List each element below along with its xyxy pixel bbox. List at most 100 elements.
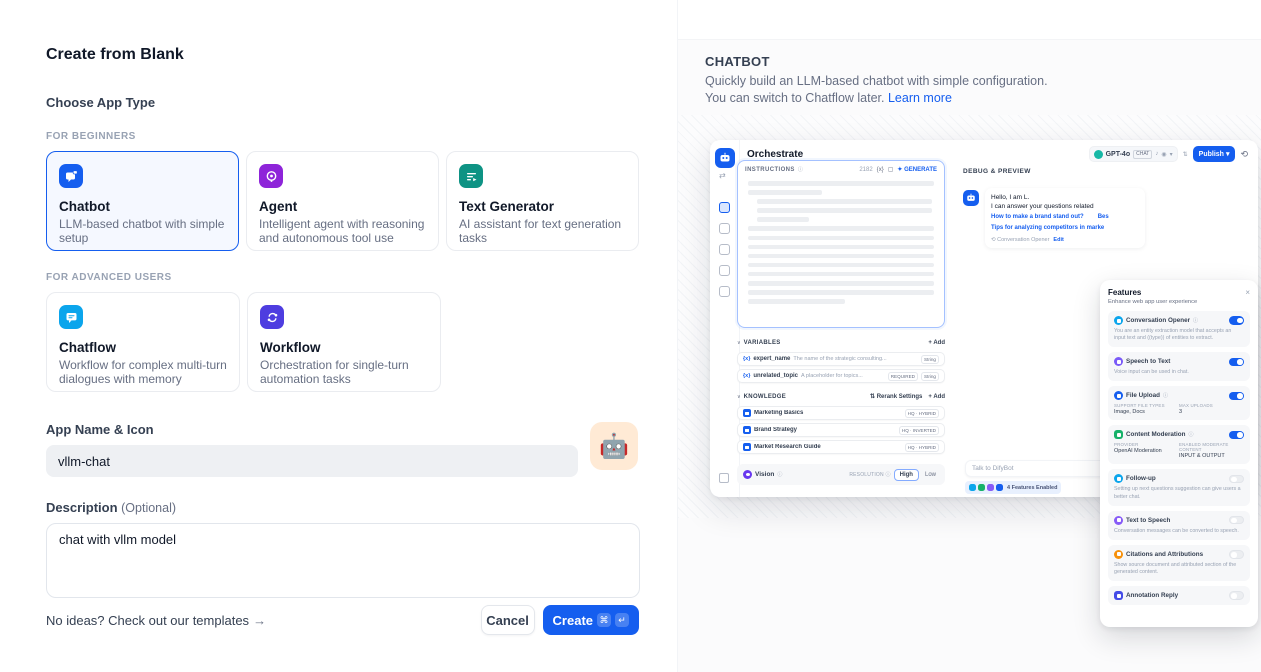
- preview-app-icon: [715, 148, 735, 168]
- annotation-reply-icon: [1114, 591, 1123, 600]
- info-icon: ⓘ: [1193, 317, 1198, 324]
- vision-row: Vision ⓘ RESOLUTION ⓘ High Low: [737, 464, 945, 485]
- app-type-title: Chatflow: [59, 340, 227, 355]
- index-mode-chip: HQ · HYBRID: [905, 443, 939, 452]
- citations-icon: [1114, 550, 1123, 559]
- knowledge-section: ∨ KNOWLEDGE ⇅ Rerank Settings + Add Mark…: [737, 390, 945, 454]
- app-type-desc: Orchestration for single-turn automation…: [260, 358, 428, 387]
- create-app-page: Create from Blank Choose App Type FOR BE…: [0, 0, 1261, 672]
- top-strip: [678, 0, 1261, 40]
- collapse-icon: ∨: [737, 340, 741, 346]
- chevron-down-icon: ▾: [1170, 151, 1173, 158]
- placeholder-line: [757, 217, 809, 222]
- feature-item-follow-up: Follow-up Setting up next questions sugg…: [1108, 469, 1250, 505]
- model-mode-tag: CHAT: [1133, 150, 1152, 159]
- cancel-button[interactable]: Cancel: [481, 605, 535, 635]
- model-provider-icon: [1094, 150, 1103, 159]
- app-type-card-workflow[interactable]: Workflow Orchestration for single-turn a…: [247, 292, 441, 392]
- type-chip: String: [921, 355, 939, 364]
- templates-link[interactable]: No ideas? Check out our templates→: [46, 613, 266, 628]
- type-chip: String: [921, 372, 939, 381]
- placeholder-line: [748, 299, 845, 304]
- resolution-low-option: Low: [922, 472, 939, 478]
- create-button-label: Create: [553, 613, 593, 628]
- nav-orchestrate-icon: [719, 202, 730, 213]
- toggle-off: [1229, 475, 1244, 484]
- placeholder-line: [748, 236, 934, 241]
- close-icon: ×: [1245, 288, 1250, 297]
- feature-item-annotation-reply: Annotation Reply: [1108, 586, 1250, 605]
- placeholder-line: [757, 208, 932, 213]
- app-icon-picker[interactable]: 🤖: [590, 422, 638, 470]
- placeholder-line: [748, 245, 934, 250]
- rerank-icon: ⇅: [870, 394, 875, 400]
- variables-label: VARIABLES: [744, 340, 781, 346]
- variable-token-icon: {x}: [877, 167, 884, 173]
- vision-icon: [743, 470, 752, 479]
- description-textarea[interactable]: chat with vllm model: [46, 523, 640, 598]
- info-icon: ⓘ: [1188, 431, 1193, 438]
- chatbot-description: Quickly build an LLM-based chatbot with …: [705, 73, 1053, 107]
- knowledge-row: Market Research Guide HQ · HYBRID: [737, 440, 945, 454]
- advanced-app-types: Chatflow Workflow for complex multi-turn…: [46, 292, 639, 392]
- knowledge-label: KNOWLEDGE: [744, 394, 786, 400]
- app-type-desc: AI assistant for text generation tasks: [459, 217, 626, 246]
- description-section: Description (Optional) chat with vllm mo…: [46, 500, 639, 598]
- chatflow-icon: [59, 305, 83, 329]
- workflow-icon: [260, 305, 284, 329]
- eye-icon: ◉: [1161, 151, 1166, 158]
- app-type-card-agent[interactable]: Agent Intelligent agent with reasoning a…: [246, 151, 439, 251]
- conversation-opener-row: ⟲ Conversation OpenerEdit: [991, 237, 1139, 243]
- char-count: 2182: [859, 167, 872, 173]
- rerank-settings-button: ⇅ Rerank Settings: [870, 393, 922, 400]
- feature-item-speech-to-text: Speech to Text Voice input can be used i…: [1108, 352, 1250, 381]
- placeholder-line: [748, 272, 934, 277]
- toggle-on: [1229, 316, 1244, 325]
- features-panel: Features × Enhance web app user experien…: [1100, 280, 1258, 627]
- modal-footer: No ideas? Check out our templates→ Cance…: [46, 605, 639, 635]
- app-type-desc: Intelligent agent with reasoning and aut…: [259, 217, 426, 246]
- text-to-speech-icon: [1114, 516, 1123, 525]
- placeholder-line: [748, 281, 934, 286]
- feature-mini-icon: [969, 484, 976, 491]
- placeholder-line: [748, 226, 934, 231]
- dataset-icon: [743, 443, 751, 451]
- app-type-desc: LLM-based chatbot with simple setup: [59, 217, 226, 246]
- create-button[interactable]: Create ⌘ ↵: [543, 605, 639, 635]
- app-type-card-text-generator[interactable]: Text Generator AI assistant for text gen…: [446, 151, 639, 251]
- placeholder-line: [748, 290, 934, 295]
- app-type-card-chatbot[interactable]: Chatbot LLM-based chatbot with simple se…: [46, 151, 239, 251]
- learn-more-link[interactable]: Learn more: [888, 91, 952, 105]
- required-chip: REQUIRED: [888, 372, 918, 381]
- preview-nav-icons: [719, 202, 730, 297]
- opener-icon: ⟲: [991, 237, 996, 243]
- app-type-title: Text Generator: [459, 199, 626, 214]
- add-knowledge-button: + Add: [928, 394, 945, 400]
- arrow-right-icon: →: [253, 613, 266, 628]
- knowledge-row: Brand Strategy HQ · INVERTED: [737, 423, 945, 437]
- sparkle-icon: ✦: [897, 167, 902, 173]
- toggle-on: [1229, 392, 1244, 401]
- page-title: Create from Blank: [46, 46, 639, 64]
- agent-icon: [259, 164, 283, 188]
- knowledge-row: Marketing Basics HQ · HYBRID: [737, 406, 945, 420]
- feature-item-text-to-speech: Text to Speech Conversation messages can…: [1108, 511, 1250, 540]
- suggested-question: How to make a brand stand out?Bes: [991, 212, 1139, 223]
- feature-item-content-moderation: Content Moderation ⓘ PROVIDEROpenAI Mode…: [1108, 425, 1250, 464]
- app-name-input[interactable]: [46, 445, 578, 477]
- placeholder-line: [757, 199, 932, 204]
- speech-to-text-icon: [1114, 357, 1123, 366]
- toggle-on: [1229, 431, 1244, 440]
- create-modal: Create from Blank Choose App Type FOR BE…: [0, 0, 678, 672]
- app-type-card-chatflow[interactable]: Chatflow Workflow for complex multi-turn…: [46, 292, 240, 392]
- toggle-on: [1229, 358, 1244, 367]
- preview-title: Orchestrate: [747, 149, 803, 160]
- info-icon: ⓘ: [798, 166, 803, 173]
- history-icon: ⟲: [1240, 149, 1248, 160]
- variables-section: ∨ VARIABLES + Add {x} expert_name The na…: [737, 336, 945, 383]
- beginner-app-types: Chatbot LLM-based chatbot with simple se…: [46, 151, 639, 251]
- nav-icon: [719, 286, 730, 297]
- placeholder-line: [748, 263, 934, 268]
- chatbot-heading: CHATBOT: [705, 54, 770, 69]
- features-enabled-bar: 4 Features Enabled: [965, 481, 1061, 494]
